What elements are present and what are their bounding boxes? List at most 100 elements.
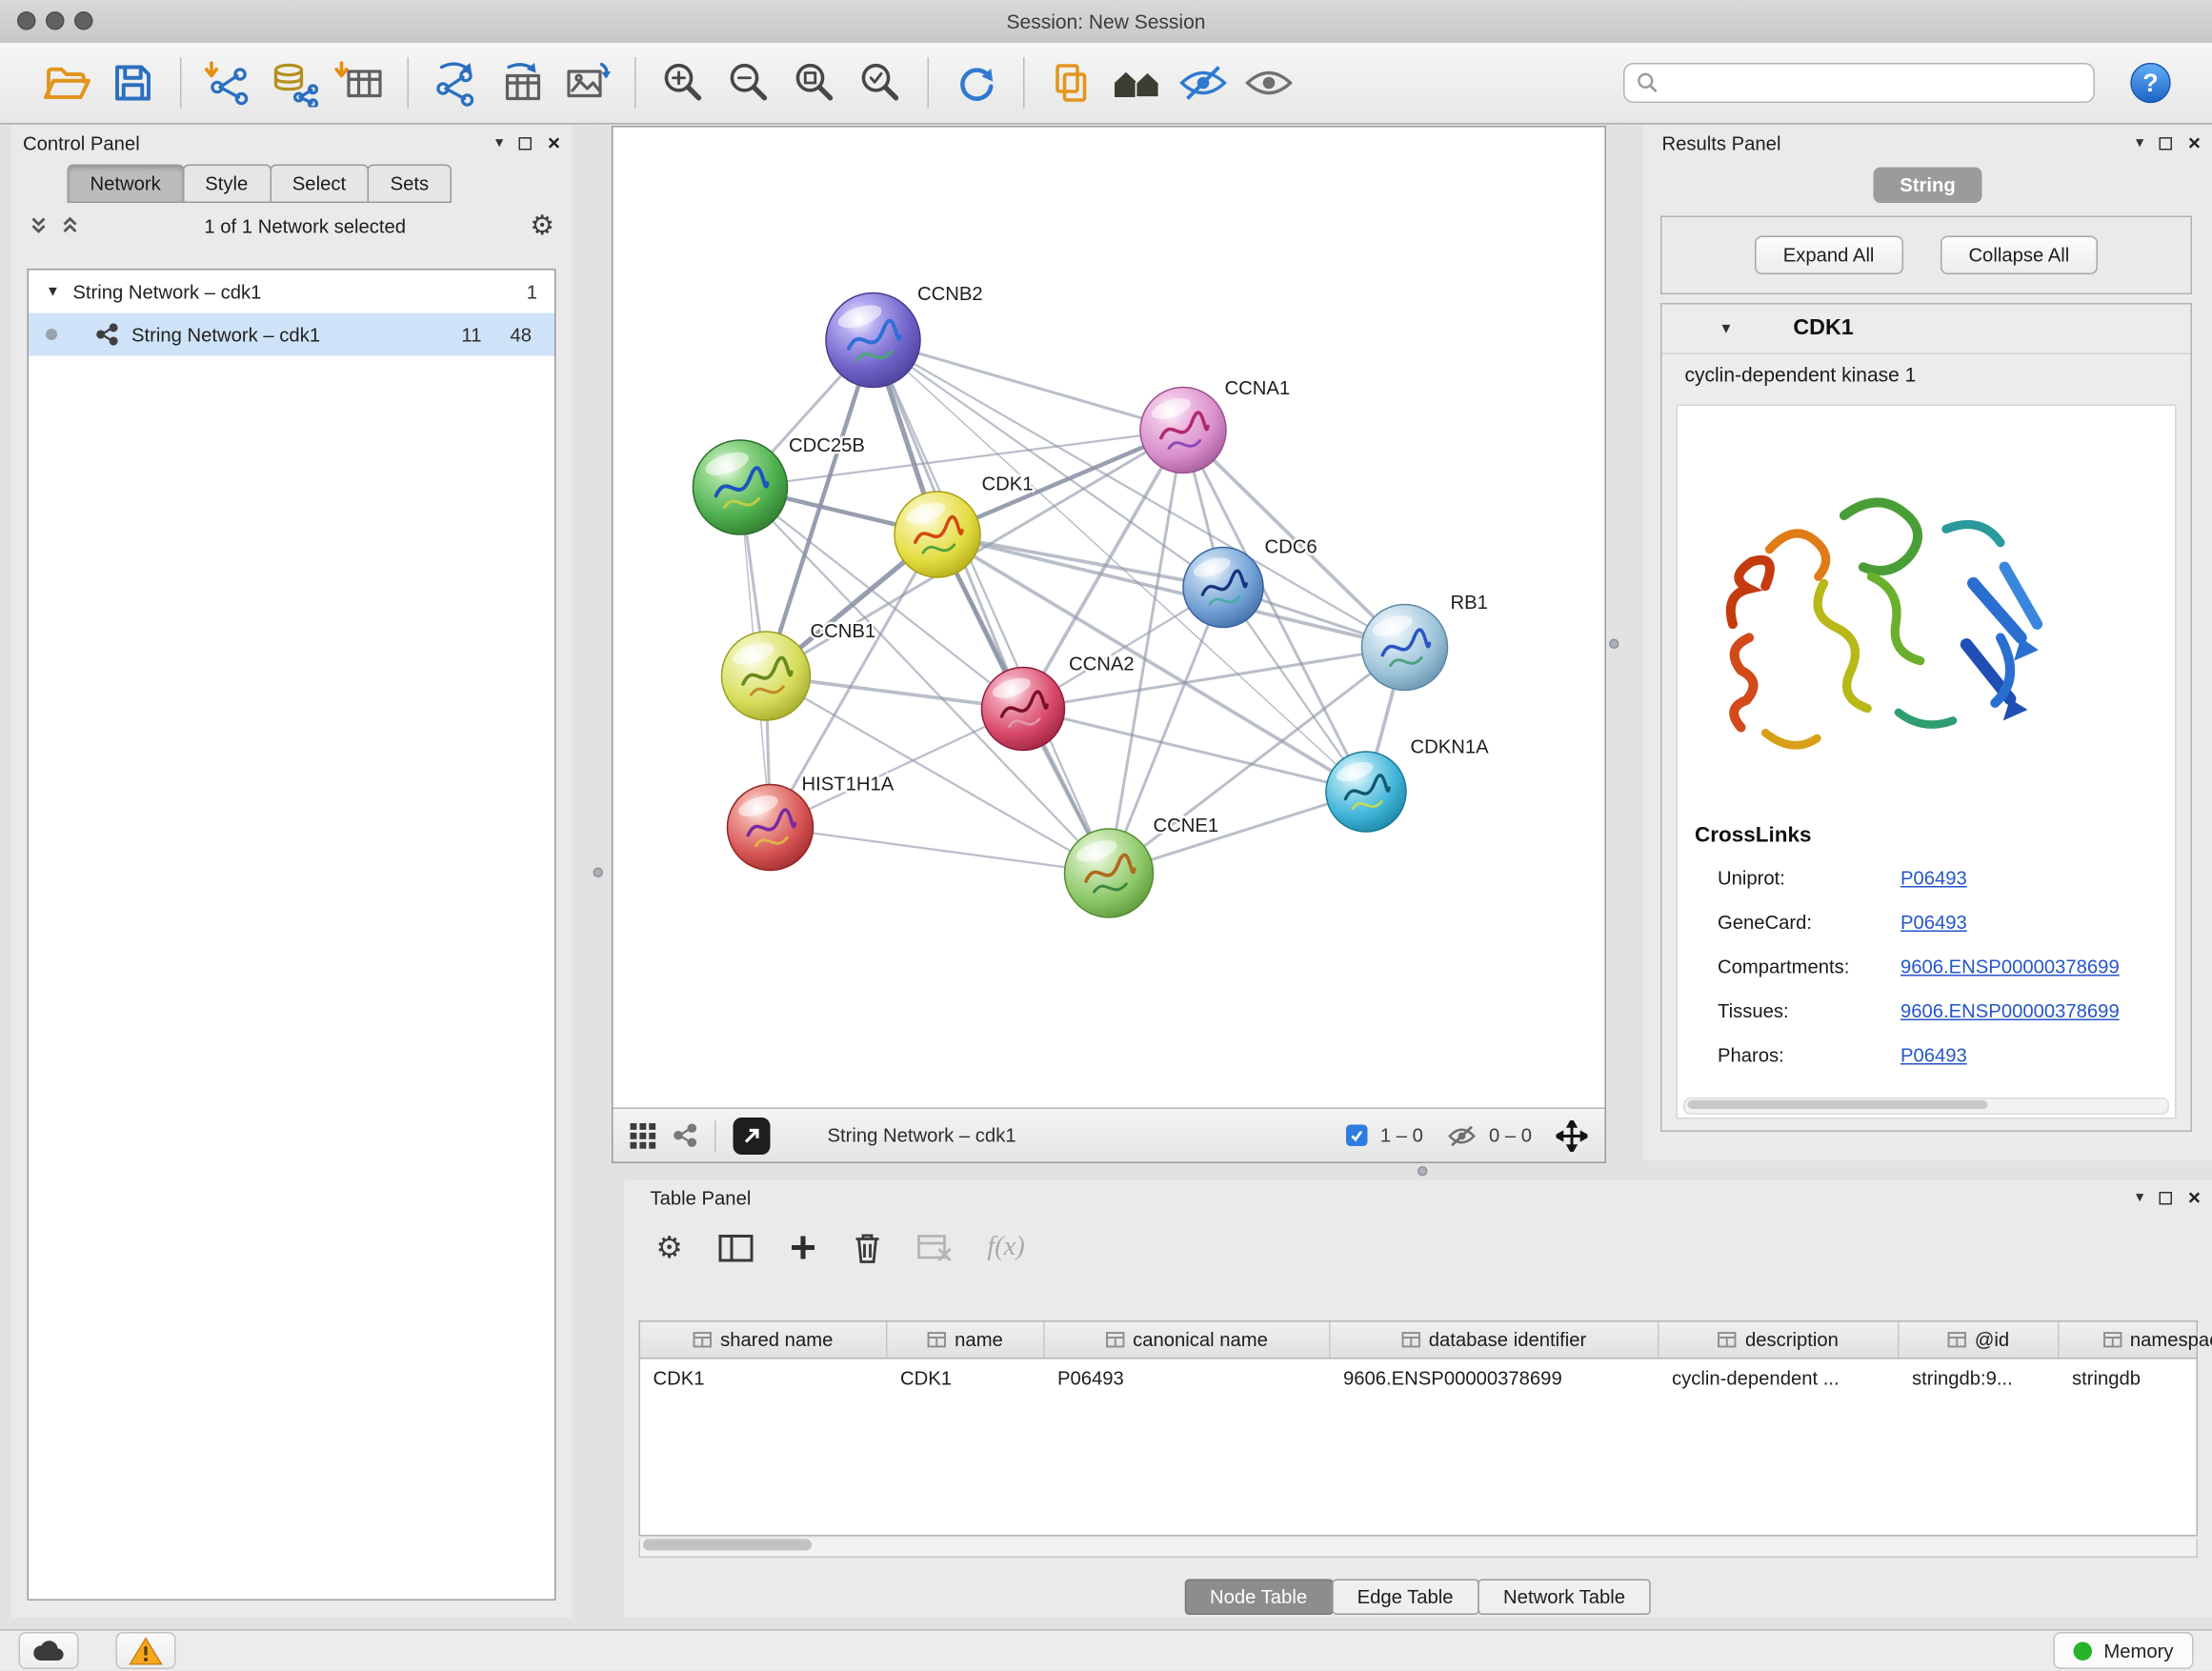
horizontal-splitter[interactable] — [1418, 1166, 1428, 1177]
network-node-cdk1[interactable]: CDK1 — [895, 474, 1034, 577]
network-collection-row[interactable]: ▼ String Network – cdk1 1 — [29, 271, 554, 313]
column-header-canonical-name[interactable]: canonical name — [1045, 1322, 1331, 1359]
panel-close-icon[interactable]: × — [548, 132, 560, 154]
column-header-shared-name[interactable]: shared name — [640, 1322, 888, 1359]
column-header-id[interactable]: @id — [1900, 1322, 2060, 1359]
minimize-window-icon[interactable] — [46, 11, 65, 30]
apply-layout-button[interactable] — [943, 50, 1009, 116]
panel-menu-icon[interactable]: ▾ — [2136, 135, 2143, 151]
selected-node-edge-count: 1 – 0 — [1380, 1125, 1423, 1147]
import-network-from-database-button[interactable] — [262, 50, 328, 116]
birdseye-grid-icon[interactable] — [631, 1122, 656, 1148]
protein-detail-header[interactable]: ▼ CDK1 — [1662, 305, 2191, 355]
annotation-copy-button[interactable] — [1039, 50, 1105, 116]
node-label: CCNB1 — [811, 621, 876, 642]
open-session-button[interactable] — [34, 50, 100, 116]
expand-all-chevrons-icon[interactable] — [29, 216, 49, 236]
search-box[interactable] — [1623, 63, 2095, 103]
table-settings-gear-icon[interactable]: ⚙ — [656, 1233, 683, 1263]
network-node-ccnb1[interactable]: CCNB1 — [722, 621, 876, 720]
panel-close-icon[interactable]: × — [2188, 132, 2201, 154]
network-options-gear-icon[interactable]: ⚙ — [530, 212, 554, 240]
uniprot-link[interactable]: P06493 — [1900, 868, 1967, 890]
section-expanded-icon[interactable]: ▼ — [1719, 321, 1734, 337]
zoom-selected-icon — [856, 59, 905, 108]
column-header-database-identifier[interactable]: database identifier — [1331, 1322, 1659, 1359]
table-row[interactable]: CDK1 CDK1 P06493 9606.ENSP00000378699 cy… — [640, 1359, 2197, 1399]
network-node-ccna1[interactable]: CCNA1 — [1140, 378, 1290, 473]
tab-node-table[interactable]: Node Table — [1184, 1580, 1333, 1616]
network-overview-icon[interactable] — [674, 1123, 698, 1148]
pharos-link[interactable]: P06493 — [1900, 1045, 1967, 1067]
tab-style[interactable]: Style — [182, 165, 271, 204]
import-table-button[interactable] — [328, 50, 393, 116]
network-canvas[interactable]: CCNB2CCNA1CDC25BCDK1CDC6RB1CCNB1CCNA2CDK… — [613, 128, 1605, 1110]
save-session-button[interactable] — [100, 50, 166, 116]
panel-menu-icon[interactable]: ▾ — [495, 135, 503, 151]
network-node-ccnb2[interactable]: CCNB2 — [826, 284, 983, 388]
memory-button[interactable]: Memory — [2054, 1632, 2194, 1669]
network-node-cdc25b[interactable]: CDC25B — [694, 435, 865, 534]
import-network-from-file-button[interactable] — [196, 50, 262, 116]
show-columns-icon[interactable] — [718, 1234, 753, 1261]
selected-checkbox-icon[interactable] — [1346, 1125, 1368, 1147]
table-horizontal-scrollbar[interactable] — [639, 1540, 2199, 1559]
genecard-link[interactable]: P06493 — [1900, 912, 1967, 934]
help-icon: ? — [2128, 60, 2174, 106]
new-network-button[interactable] — [423, 50, 489, 116]
close-window-icon[interactable] — [17, 11, 36, 30]
tab-select[interactable]: Select — [270, 165, 369, 204]
tissues-link[interactable]: 9606.ENSP00000378699 — [1900, 1000, 2120, 1022]
protein-structure-image — [1695, 420, 2055, 815]
help-button[interactable]: ? — [2118, 50, 2183, 116]
collapse-all-chevrons-icon[interactable] — [60, 216, 80, 236]
add-column-icon[interactable] — [789, 1234, 817, 1262]
panel-close-icon[interactable]: × — [2188, 1187, 2201, 1209]
results-horizontal-scrollbar[interactable] — [1683, 1097, 2169, 1115]
panel-float-icon[interactable] — [2160, 136, 2173, 150]
zoom-in-button[interactable] — [651, 50, 716, 116]
crosshair-move-icon[interactable] — [1557, 1119, 1588, 1151]
tab-network[interactable]: Network — [68, 165, 184, 204]
protein-detail-box: ▼ CDK1 cyclin-dependent kinase 1 — [1660, 303, 2192, 1132]
network-row-selected[interactable]: String Network – cdk1 11 48 — [29, 313, 554, 356]
tab-sets[interactable]: Sets — [368, 165, 452, 204]
expand-all-button[interactable]: Expand All — [1755, 236, 1903, 275]
network-node-rb1[interactable]: RB1 — [1362, 593, 1488, 691]
hidden-eye-slash-icon — [1447, 1124, 1476, 1147]
crosslink-label: Compartments: — [1718, 956, 1900, 978]
zoom-fit-button[interactable] — [782, 50, 848, 116]
panel-float-icon[interactable] — [2160, 1191, 2173, 1204]
tab-string[interactable]: String — [1874, 168, 1982, 204]
cloud-status-button[interactable] — [19, 1632, 79, 1669]
column-header-namespace[interactable]: namespace — [2060, 1322, 2212, 1359]
zoom-selected-button[interactable] — [848, 50, 914, 116]
show-all-button[interactable] — [1237, 50, 1302, 116]
column-header-name[interactable]: name — [888, 1322, 1045, 1359]
hide-selected-button[interactable] — [1171, 50, 1237, 116]
detach-view-button[interactable] — [734, 1117, 771, 1154]
vertical-splitter-right[interactable] — [1609, 639, 1619, 650]
collection-expanded-icon[interactable]: ▼ — [46, 284, 60, 300]
new-table-button[interactable] — [489, 50, 554, 116]
maximize-window-icon[interactable] — [74, 11, 93, 30]
panel-menu-icon[interactable]: ▾ — [2136, 1190, 2143, 1206]
network-node-cdc6[interactable]: CDC6 — [1183, 537, 1317, 628]
zoom-out-button[interactable] — [716, 50, 782, 116]
compartments-link[interactable]: 9606.ENSP00000378699 — [1900, 956, 2120, 978]
vertical-splitter-left[interactable] — [593, 868, 604, 878]
network-node-cdkn1a[interactable]: CDKN1A — [1326, 737, 1489, 833]
tab-network-table[interactable]: Network Table — [1478, 1580, 1651, 1616]
export-image-button[interactable] — [554, 50, 620, 116]
status-bar: Memory — [0, 1629, 2212, 1671]
search-input[interactable] — [1659, 70, 2082, 95]
first-neighbors-button[interactable] — [1105, 50, 1171, 116]
panel-float-icon[interactable] — [519, 136, 533, 150]
collapse-all-button[interactable]: Collapse All — [1940, 236, 2098, 275]
warnings-button[interactable] — [116, 1632, 176, 1669]
column-header-description[interactable]: description — [1659, 1322, 1900, 1359]
network-node-hist1h1a[interactable]: HIST1H1A — [728, 775, 895, 871]
network-row-label: String Network – cdk1 — [131, 324, 320, 346]
delete-column-trash-icon[interactable] — [853, 1232, 881, 1263]
tab-edge-table[interactable]: Edge Table — [1332, 1580, 1479, 1616]
